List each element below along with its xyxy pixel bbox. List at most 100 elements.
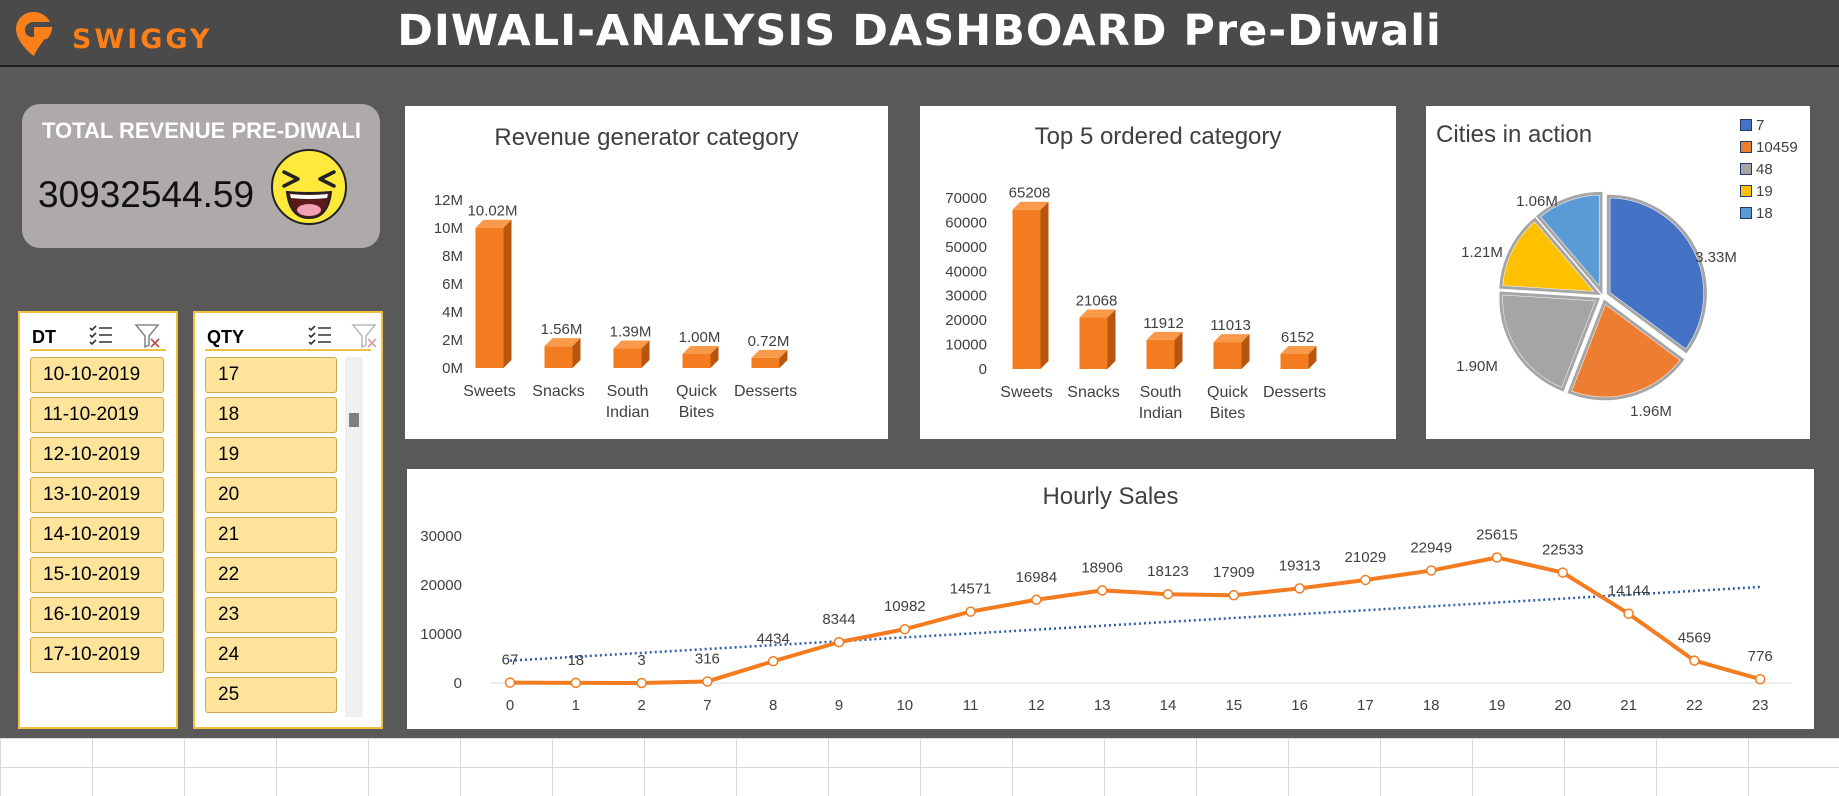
y-tick-label: 10000 xyxy=(420,626,462,643)
multi-select-icon[interactable] xyxy=(88,323,114,347)
slicer-item[interactable]: 16-10-2019 xyxy=(30,597,164,633)
slicer-item[interactable]: 17-10-2019 xyxy=(30,637,164,673)
data-point xyxy=(1491,552,1503,563)
slicer-item[interactable]: 19 xyxy=(205,437,337,473)
x-tick-label: Quick xyxy=(1207,384,1249,401)
data-label: 17909 xyxy=(1213,564,1255,581)
bar xyxy=(544,346,573,368)
spreadsheet-grid xyxy=(0,738,1839,796)
clear-filter-icon[interactable] xyxy=(134,323,162,349)
x-tick-label: South xyxy=(607,383,649,400)
slicer-item[interactable]: 17 xyxy=(205,357,337,393)
x-tick-label: Snacks xyxy=(532,383,584,400)
data-point xyxy=(899,623,911,635)
chart-orders: 0 10000 20000 30000 40000 50000 60000 70000 6520… xyxy=(945,185,1326,422)
data-label: 6152 xyxy=(1281,329,1314,346)
y-tick-label: 4M xyxy=(442,304,463,321)
dashboard-title: DIWALI-ANALYSIS DASHBOARD Pre-Diwali xyxy=(397,6,1442,56)
data-point xyxy=(833,636,845,648)
y-tick-label: 20000 xyxy=(945,312,987,329)
bar xyxy=(1012,209,1041,369)
data-label: 11013 xyxy=(1210,317,1251,334)
slicer-item[interactable]: 20 xyxy=(205,477,337,513)
data-label: 11912 xyxy=(1143,315,1184,332)
chart-hourly: 0100002000030000670181323167443488344910… xyxy=(420,526,1792,714)
clear-filter-icon[interactable] xyxy=(351,323,379,349)
slicer-qty-scrollbar[interactable] xyxy=(345,357,363,717)
x-tick-label: Sweets xyxy=(1000,384,1052,401)
x-tick-label: 21 xyxy=(1620,697,1637,714)
data-point xyxy=(504,677,516,688)
slicer-item[interactable]: 24 xyxy=(205,637,337,673)
slicer-qty-header: QTY xyxy=(205,321,377,351)
scrollbar-thumb[interactable] xyxy=(349,413,359,427)
data-label: 1.21M xyxy=(1461,244,1503,261)
x-tick-label: South xyxy=(1140,384,1182,401)
slicer-item[interactable]: 23 xyxy=(205,597,337,633)
x-tick-label: 17 xyxy=(1357,697,1374,714)
slicer-item[interactable]: 21 xyxy=(205,517,337,553)
slicer-item[interactable]: 25 xyxy=(205,677,337,713)
data-label: 67 xyxy=(502,652,519,669)
data-point xyxy=(1425,565,1437,576)
x-tick-label: 2 xyxy=(637,697,645,714)
slicer-item[interactable]: 18 xyxy=(205,397,337,433)
chart-revenue: 0M 2M 4M 6M 8M 10M 12M10.02M Sweets 1.56M Snacks 1… xyxy=(434,192,797,421)
data-label: 1.00M xyxy=(679,329,721,346)
data-label: 8344 xyxy=(822,611,855,628)
data-label: 316 xyxy=(695,650,720,667)
data-point xyxy=(767,656,779,667)
header-bar: SWIGGY DIWALI-ANALYSIS DASHBOARD Pre-Diw… xyxy=(0,0,1839,67)
slicer-item[interactable]: 10-10-2019 xyxy=(30,357,164,393)
x-tick-label: 11 xyxy=(963,697,979,714)
bar xyxy=(682,354,711,368)
x-tick-label: 0 xyxy=(506,697,514,714)
chart-legend: 7 10459 48 19 18 xyxy=(1740,114,1798,224)
data-label: 22949 xyxy=(1410,540,1452,557)
slicer-item[interactable]: 22 xyxy=(205,557,337,593)
chart-card-revenue: Revenue generator category 0M 2M 4M 6M 8M 10M… xyxy=(405,106,888,439)
data-point xyxy=(1754,673,1766,685)
slicer-item[interactable]: 11-10-2019 xyxy=(30,397,164,433)
legend-item: 48 xyxy=(1740,158,1798,180)
x-tick-label: 18 xyxy=(1423,697,1440,714)
x-tick-label: Indian xyxy=(1139,405,1183,422)
x-tick-label: 15 xyxy=(1225,697,1242,714)
data-label: 4569 xyxy=(1678,630,1711,647)
x-tick-label: Bites xyxy=(679,404,715,421)
legend-swatch xyxy=(1740,141,1752,153)
data-point xyxy=(1162,588,1174,600)
x-tick-label: Sweets xyxy=(463,383,515,400)
slicer-item[interactable]: 12-10-2019 xyxy=(30,437,164,473)
y-tick-label: 0 xyxy=(979,361,987,378)
data-label: 1.96M xyxy=(1630,403,1672,420)
data-label: 1.06M xyxy=(1516,193,1558,210)
x-tick-label: 14 xyxy=(1160,697,1177,714)
data-label: 10982 xyxy=(884,598,926,615)
data-point xyxy=(1228,589,1240,601)
x-tick-label: 12 xyxy=(1028,697,1045,714)
legend-swatch xyxy=(1740,207,1752,219)
legend-label: 10459 xyxy=(1756,138,1798,156)
data-point xyxy=(1360,574,1371,586)
data-label: 18123 xyxy=(1147,563,1189,580)
legend-label: 48 xyxy=(1756,160,1773,178)
slicer-item[interactable]: 13-10-2019 xyxy=(30,477,164,513)
slicer-item[interactable]: 14-10-2019 xyxy=(30,517,164,553)
kpi-card-total-revenue: TOTAL REVENUE PRE-DIWALI 30932544.59 xyxy=(22,104,380,248)
data-label: 21029 xyxy=(1345,549,1387,566)
data-point xyxy=(636,677,647,689)
slicer-item[interactable]: 15-10-2019 xyxy=(30,557,164,593)
y-tick-label: 10000 xyxy=(945,337,987,354)
multi-select-icon[interactable] xyxy=(307,323,333,347)
x-tick-label: 9 xyxy=(835,697,843,714)
x-tick-label: 22 xyxy=(1686,697,1703,714)
bar xyxy=(1079,317,1108,369)
data-label: 14144 xyxy=(1608,583,1650,600)
y-tick-label: 0M xyxy=(442,360,463,377)
y-tick-label: 12M xyxy=(434,192,463,209)
legend-swatch xyxy=(1740,119,1752,131)
bar xyxy=(613,348,642,368)
data-point xyxy=(965,606,976,617)
legend-item: 19 xyxy=(1740,180,1798,202)
